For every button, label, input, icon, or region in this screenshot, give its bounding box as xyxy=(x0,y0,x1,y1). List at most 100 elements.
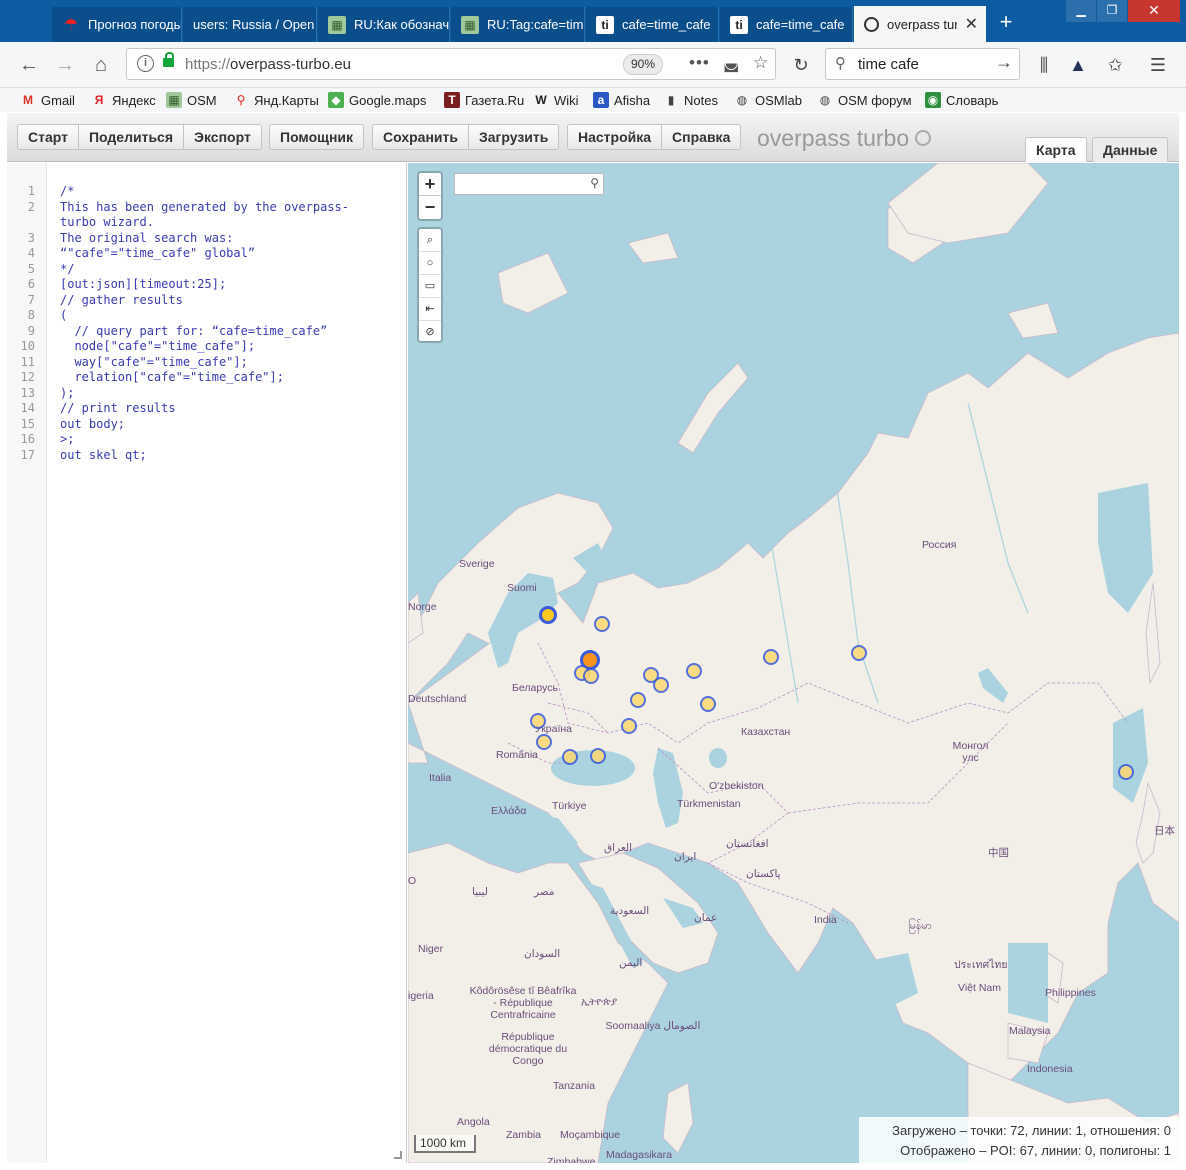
code-line[interactable]: 7 // gather results xyxy=(7,293,407,309)
code-line[interactable]: 13); xyxy=(7,386,407,402)
time-cafe-marker[interactable] xyxy=(536,734,552,750)
code-line[interactable]: 12 relation["cafe"="time_cafe"]; xyxy=(7,370,407,386)
code-line[interactable]: 15 out body; xyxy=(7,417,407,433)
lock-icon[interactable] xyxy=(163,52,174,67)
code-line[interactable]: 11 way["cafe"="time_cafe"]; xyxy=(7,355,407,371)
close-tab-icon[interactable]: ✕ xyxy=(965,14,978,34)
map-label: Tanzania xyxy=(553,1080,596,1092)
maximize-window-button[interactable]: ❐ xyxy=(1097,0,1127,22)
code-line[interactable]: 16 >; xyxy=(7,432,407,448)
search-bar[interactable]: ⚲ → xyxy=(825,48,1020,80)
pocket-icon[interactable]: ◛ xyxy=(723,53,740,73)
extension-star-icon[interactable]: ✩ xyxy=(1102,52,1128,78)
bookmark-yandex-maps[interactable]: ⚲ Янд.Карты xyxy=(233,90,319,110)
search-input[interactable] xyxy=(858,54,988,74)
tab-weather[interactable]: ☂ Прогноз погоды xyxy=(52,7,182,42)
new-tab-button[interactable]: + xyxy=(993,10,1019,36)
map-view[interactable]: Россия Sverige Suomi Norge Беларусь Deutschla… xyxy=(408,163,1179,1163)
clear-data-icon[interactable]: ⊘ xyxy=(419,321,441,344)
info-icon[interactable]: i xyxy=(137,55,154,72)
help-button[interactable]: Справка xyxy=(662,125,740,149)
locate-icon[interactable]: ○ xyxy=(419,252,441,275)
time-cafe-marker[interactable] xyxy=(763,649,779,665)
settings-button[interactable]: Настройка xyxy=(568,125,663,149)
bookmark-dictionary[interactable]: ◉ Словарь xyxy=(925,90,998,110)
code-line[interactable]: 1 /* xyxy=(7,184,407,200)
bookmark-osm-forum[interactable]: ◍ OSM форум xyxy=(817,90,912,110)
code-line[interactable]: 8( xyxy=(7,308,407,324)
toggle-wide-map-icon[interactable]: ⇤ xyxy=(419,298,441,321)
library-icon[interactable]: ⫼ xyxy=(1031,52,1057,78)
zoom-out-button[interactable]: − xyxy=(419,196,441,219)
code-line[interactable]: 17 out skel qt; xyxy=(7,448,407,464)
time-cafe-marker[interactable] xyxy=(530,713,546,729)
time-cafe-marker[interactable] xyxy=(583,668,599,684)
map-search-box[interactable]: ⚲ xyxy=(454,173,604,195)
tab-map[interactable]: Карта xyxy=(1025,137,1087,162)
tab-osm-users[interactable]: users: Russia / Open xyxy=(183,7,317,42)
time-cafe-marker[interactable] xyxy=(686,663,702,679)
close-window-button[interactable]: ✕ xyxy=(1128,0,1180,22)
start-button[interactable]: Старт xyxy=(18,125,79,149)
code-line[interactable]: 6 [out:json][timeout:25]; xyxy=(7,277,407,293)
bookmark-wiki[interactable]: W Wiki xyxy=(533,90,578,110)
time-cafe-marker[interactable] xyxy=(562,749,578,765)
time-cafe-marker[interactable] xyxy=(653,677,669,693)
code-line[interactable]: 4 “"cafe"="time_cafe" global” xyxy=(7,246,407,262)
bookmark-afisha[interactable]: a Afisha xyxy=(593,90,650,110)
bookmark-osmlab[interactable]: ◍ OSMlab xyxy=(734,90,802,110)
resize-handle[interactable] xyxy=(394,1151,402,1159)
export-button[interactable]: Экспорт xyxy=(184,125,261,149)
zoom-in-button[interactable]: + xyxy=(419,173,441,196)
code-line[interactable]: 14 // print results xyxy=(7,401,407,417)
reload-icon[interactable]: ↻ xyxy=(788,52,814,78)
menu-icon[interactable]: ☰ xyxy=(1145,52,1171,78)
zoom-to-data-icon[interactable]: ⌕ xyxy=(419,229,441,252)
tab-data[interactable]: Данные xyxy=(1092,137,1169,162)
bookmark-osm[interactable]: ▦ OSM xyxy=(166,90,217,110)
time-cafe-marker[interactable] xyxy=(700,696,716,712)
wizard-button[interactable]: Помощник xyxy=(270,125,363,149)
map-image-icon[interactable]: ▭ xyxy=(419,275,441,298)
bookmark-google-maps[interactable]: ◆ Google.maps xyxy=(328,90,426,110)
map-search-input[interactable] xyxy=(455,174,583,194)
tab-osm-wiki-1[interactable]: ▦ RU:Как обозначить xyxy=(318,7,450,42)
time-cafe-marker[interactable] xyxy=(539,606,557,624)
back-button[interactable]: ← xyxy=(14,50,44,80)
time-cafe-marker[interactable] xyxy=(594,616,610,632)
url-bar[interactable]: i https://overpass-turbo.eu 90% ••• ◛ ☆ xyxy=(126,48,776,80)
page-actions-icon[interactable]: ••• xyxy=(689,53,710,73)
code-line[interactable]: 2 This has been generated by the overpass… xyxy=(7,200,407,216)
code-line[interactable]: 5 */ xyxy=(7,262,407,278)
share-button[interactable]: Поделиться xyxy=(79,125,185,149)
minimize-window-button[interactable]: ▁ xyxy=(1066,0,1096,22)
time-cafe-marker[interactable] xyxy=(630,692,646,708)
time-cafe-marker[interactable] xyxy=(590,748,606,764)
bookmark-gazeta[interactable]: T Газета.Ru xyxy=(444,90,524,110)
bookmark-star-icon[interactable]: ☆ xyxy=(753,53,768,73)
code-line[interactable]: turbo wizard. xyxy=(7,215,407,231)
extension-icon[interactable]: ▲ xyxy=(1065,52,1091,78)
tab-osm-wiki-2[interactable]: ▦ RU:Tag:cafe=time xyxy=(451,7,585,42)
time-cafe-marker[interactable] xyxy=(851,645,867,661)
bookmark-yandex[interactable]: Я Яндекс xyxy=(91,90,156,110)
tab-taginfo-1[interactable]: ti cafe=time_cafe xyxy=(586,7,719,42)
time-cafe-marker[interactable] xyxy=(621,718,637,734)
tab-taginfo-2[interactable]: ti cafe=time_cafe xyxy=(720,7,853,42)
search-go-icon[interactable]: → xyxy=(995,52,1013,73)
code-line[interactable]: 3 The original search was: xyxy=(7,231,407,247)
code-line[interactable]: 10 node["cafe"="time_cafe"]; xyxy=(7,339,407,355)
url-text[interactable]: https://overpass-turbo.eu xyxy=(185,56,351,73)
forward-button[interactable]: → xyxy=(50,50,80,80)
load-button[interactable]: Загрузить xyxy=(469,125,558,149)
bookmark-notes[interactable]: ▮ Notes xyxy=(663,90,718,110)
map-label: السعودية xyxy=(610,905,650,917)
bookmark-gmail[interactable]: M Gmail xyxy=(20,90,75,110)
query-editor[interactable]: 1 /* 2 This has been generated by the overp… xyxy=(7,163,407,1163)
save-button[interactable]: Сохранить xyxy=(373,125,469,149)
code-line[interactable]: 9 // query part for: “cafe=time_cafe” xyxy=(7,324,407,340)
tab-overpass-turbo[interactable]: overpass turbo ✕ xyxy=(854,6,986,42)
time-cafe-marker[interactable] xyxy=(1118,764,1134,780)
zoom-level-badge[interactable]: 90% xyxy=(623,54,663,75)
home-button[interactable]: ⌂ xyxy=(86,50,116,80)
